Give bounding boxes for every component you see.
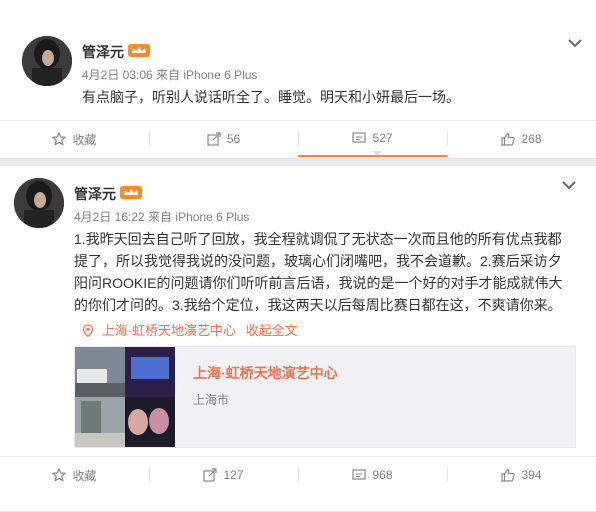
avatar[interactable] [14,178,64,228]
avatar[interactable] [22,36,72,86]
location-pin-icon [82,324,94,337]
chevron-down-icon[interactable] [568,38,582,48]
weibo-post: 管泽元 4月2日 16:22 来自 iPhone 6 Plus 1.我昨天回去自… [0,166,596,512]
place-card[interactable]: 上海·虹桥天地演艺中心 上海市 [74,346,576,448]
vip-crown-icon [120,186,142,199]
location-line: 上海·虹桥天地演艺中心 收起全文 [82,320,298,339]
post-text: 1.我昨天回去自己听了回放，我全程就调侃了无状态一次而且他的所有优点我都 提了，… [74,228,562,316]
repost-count: 127 [223,468,244,482]
star-icon [52,132,67,146]
repost-icon [203,468,218,482]
comment-icon [352,469,367,480]
username[interactable]: 管泽元 [82,42,124,62]
favorite-button[interactable]: 收藏 [0,121,149,157]
thumbs-up-icon [501,132,516,146]
post-meta: 4月2日 16:22 来自 iPhone 6 Plus [74,210,250,224]
favorite-label: 收藏 [72,132,97,147]
post-text-line: 阳问ROOKIE的问题请你们听听前言后语，我说的是一个好的对手才能成就伟大 [74,275,563,291]
post-text-line: 1.我昨天回去自己听了回放，我全程就调侃了无状态一次而且他的所有优点我都 [74,231,562,247]
star-icon [52,468,67,482]
like-count: 268 [521,132,542,146]
thumbs-up-icon [501,468,516,482]
comment-icon [352,132,367,143]
place-thumbnails [75,347,175,447]
location-link[interactable]: 上海·虹桥天地演艺中心 [102,323,236,338]
repost-count: 56 [226,132,241,146]
like-count: 394 [521,468,542,482]
repost-icon [207,132,221,146]
repost-button[interactable]: 127 [149,457,298,493]
repost-button[interactable]: 56 [149,121,298,157]
comment-count: 527 [372,131,393,145]
like-button[interactable]: 268 [447,121,596,157]
place-name[interactable]: 上海·虹桥天地演艺中心 [193,363,338,383]
comment-caret [372,151,382,156]
vip-crown-icon [128,44,150,57]
username[interactable]: 管泽元 [74,184,116,204]
post-meta: 4月2日 03:06 来自 iPhone 6 Plus [82,68,258,82]
post-text-line: 提了，所以我觉得我说的没问题，玻璃心们闭嘴吧，我不会道歉。2.赛后采访夕 [74,253,562,269]
place-city: 上海市 [193,393,230,407]
weibo-post: 管泽元 4月2日 03:06 来自 iPhone 6 Plus 有点脑子，听别人… [0,0,596,159]
favorite-label: 收藏 [72,468,97,483]
post-text: 有点脑子，听别人说话听全了。睡觉。明天和小妍最后一场。 [82,89,460,105]
favorite-button[interactable]: 收藏 [0,457,149,493]
post-text-line: 的你们才问的。3.我给个定位，我这两天以后每周比赛日都在这，不爽请你来。 [74,297,562,313]
comment-count: 968 [372,468,393,482]
chevron-down-icon[interactable] [562,180,576,190]
action-bar: 收藏 56 527 268 [0,120,596,157]
collapse-link[interactable]: 收起全文 [246,323,298,338]
like-button[interactable]: 394 [447,457,596,493]
comment-button[interactable]: 968 [298,457,447,493]
action-bar: 收藏 127 968 394 [0,456,596,493]
